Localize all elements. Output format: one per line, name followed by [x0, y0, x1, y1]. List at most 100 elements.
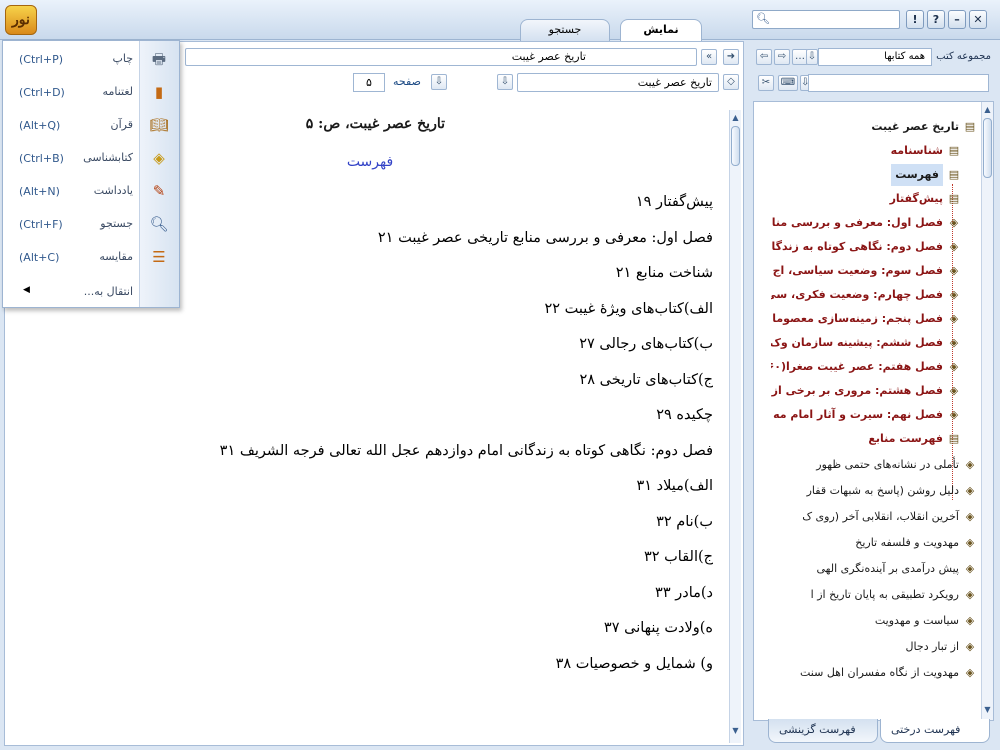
menu-item-move-to[interactable]: ◀ انتقال به...: [3, 281, 179, 305]
toc-line[interactable]: ب)کتاب‌های رجالی ۲۷: [113, 334, 713, 370]
tree-item-label: از تبار دجال: [905, 640, 959, 653]
book-icon: ◈: [965, 536, 975, 549]
menu-item-bibliography[interactable]: (Ctrl+B) کتابشناسی ◈: [3, 142, 179, 175]
toc-line[interactable]: پیش‌گفتار ۱۹: [113, 192, 713, 228]
collection-dropdown-icon[interactable]: ⇩: [806, 49, 818, 65]
tree-item-book[interactable]: ◈ مهدویت و فلسفه تاریخ: [763, 532, 977, 554]
menu-item-compare[interactable]: (Alt+C) مقایسه ☰: [3, 241, 179, 274]
toc-line[interactable]: فصل اول: معرفی و بررسی منابع تاریخی عصر …: [113, 228, 713, 264]
tree-item[interactable]: ◈ فصل پنجم: زمینه‌سازی معصوما: [771, 308, 961, 330]
double-chevron-icon[interactable]: «: [701, 49, 717, 65]
toc-line[interactable]: ج)القاب ۳۲: [113, 547, 713, 583]
tree-item-book[interactable]: ◈ رویکرد تطبیقی به پایان تاریخ از ا: [763, 584, 977, 606]
toc-line[interactable]: الف)میلاد ۳۱: [113, 476, 713, 512]
eraser-icon[interactable]: ◇: [723, 74, 739, 90]
menu-item-dictionary[interactable]: (Ctrl+D) لغتنامه ▮: [3, 76, 179, 109]
tree-item[interactable]: ▤ شناسنامه: [771, 140, 961, 162]
tree-item-book[interactable]: ◈ تأملی در نشانه‌های حتمی ظهور: [763, 454, 977, 476]
chapter-icon: ◈: [949, 336, 959, 349]
close-button[interactable]: ✕: [969, 10, 987, 29]
menu-item-note[interactable]: (Alt+N) یادداشت ✎: [3, 175, 179, 208]
help-button[interactable]: ?: [927, 10, 945, 29]
breadcrumb[interactable]: تاریخ عصر غیبت: [185, 48, 697, 66]
page-number-input[interactable]: ۵: [353, 73, 385, 92]
tools-icon[interactable]: ✂: [758, 75, 774, 91]
scrollbar-thumb[interactable]: [983, 118, 992, 178]
tree-item[interactable]: ◈ فصل چهارم: وضعیت فکری، سی: [771, 284, 961, 306]
scroll-up-icon[interactable]: ▲: [982, 104, 993, 116]
compare-icon: ☰: [152, 248, 166, 266]
tree-filter-input[interactable]: [808, 74, 989, 92]
tree-item-book[interactable]: ◈ سیاست و مهدویت: [763, 610, 977, 632]
scroll-up-icon[interactable]: ▲: [730, 112, 741, 124]
scrollbar-thumb[interactable]: [731, 126, 740, 166]
tree-item[interactable]: ◈ فصل دوم: نگاهی کوتاه به زندگا: [771, 236, 961, 258]
toc-line[interactable]: و) شمایل و خصوصیات ۳۸: [113, 654, 713, 690]
book-icon: ◈: [965, 458, 975, 471]
tree-item-book[interactable]: ◈ آخرین انقلاب، انقلابی آخر (روی ک: [763, 506, 977, 528]
collection-select[interactable]: همه کتابها: [818, 48, 932, 66]
tree-item[interactable]: ▤ فهرست منابع: [771, 428, 961, 450]
keyboard-icon[interactable]: ⌨: [778, 75, 798, 91]
dropdown-arrow-icon[interactable]: ⇩: [497, 74, 513, 90]
tab-search[interactable]: جستجو: [520, 19, 610, 41]
toc-line[interactable]: ج)کتاب‌های تاریخی ۲۸: [113, 370, 713, 406]
tree-item-label: فصل اول: معرفی و بررسی منابع: [771, 216, 943, 229]
back-arrow-icon[interactable]: ⇦: [756, 49, 772, 65]
info-button[interactable]: !: [906, 10, 924, 29]
tree-item[interactable]: ▤ پیش‌گفتار: [771, 188, 961, 210]
page-dropdown-icon[interactable]: ⇩: [431, 74, 447, 90]
tree-item-selected[interactable]: ▤ فهرست: [771, 164, 961, 186]
scroll-down-icon[interactable]: ▼: [730, 725, 741, 737]
toc-line[interactable]: ب)نام ۳۲: [113, 512, 713, 548]
tree-item-label: فهرست منابع: [868, 432, 943, 445]
tree-item[interactable]: ◈ فصل ششم: پیشینه سازمان وک: [771, 332, 961, 354]
scroll-down-icon[interactable]: ▼: [982, 704, 993, 716]
menu-item-search[interactable]: (Ctrl+F) جستجو 🔍︎: [3, 208, 179, 241]
tree-item-book[interactable]: ◈ دلیل روشن (پاسخ به شبهات قفار: [763, 480, 977, 502]
app-logo[interactable]: نور: [5, 5, 37, 35]
toc-line[interactable]: د)مادر ۳۳: [113, 583, 713, 619]
tree-item[interactable]: ◈ فصل هشتم: مروری بر برخی از: [771, 380, 961, 402]
collection-label: مجموعه کتب: [936, 51, 991, 62]
document-scrollbar[interactable]: ▲ ▼: [729, 110, 741, 743]
tab-tree-index[interactable]: فهرست درختی: [880, 719, 990, 743]
tree-item-book[interactable]: ◈ پیش درآمدی بر آینده‌نگری الهی: [763, 558, 977, 580]
tree-item-book[interactable]: ◈ از تبار دجال: [763, 636, 977, 658]
minimize-button[interactable]: –: [948, 10, 966, 29]
book-title-field[interactable]: تاریخ عصر غیبت: [517, 73, 719, 92]
tab-display[interactable]: نمایش: [620, 19, 702, 41]
tree-item-label: فصل نهم: سیرت و آثار امام مه: [773, 408, 943, 421]
tree-item-label: فصل پنجم: زمینه‌سازی معصوما: [772, 312, 943, 325]
tree-item-label: فهرست: [891, 164, 943, 186]
tree-item-label: پیش‌گفتار: [889, 192, 943, 205]
tree-item-root[interactable]: ▤ تاریخ عصر غیبت: [767, 116, 977, 138]
document-icon: ▤: [948, 192, 960, 205]
menu-item-quran[interactable]: (Alt+Q) قرآن 📖︎: [3, 109, 179, 142]
chapter-icon: ◈: [949, 216, 959, 229]
document-icon: ▤: [948, 144, 960, 157]
tree-scrollbar[interactable]: ▲ ▼: [981, 102, 993, 720]
toc-line[interactable]: شناخت منابع ۲۱: [113, 263, 713, 299]
tree-item[interactable]: ◈ فصل هفتم: عصر غیبت صغرا(۲۶۰: [771, 356, 961, 378]
tree-item-label: آخرین انقلاب، انقلابی آخر (روی ک: [802, 510, 959, 523]
menu-label: لغتنامه: [102, 85, 133, 98]
menu-shortcut: (Alt+C): [19, 251, 60, 264]
forward-arrow-icon[interactable]: ➜: [723, 49, 739, 65]
toc-line[interactable]: الف)کتاب‌های ویژهٔ غیبت ۲۲: [113, 299, 714, 335]
tree-item[interactable]: ◈ فصل سوم: وضعیت سیاسی، اج: [771, 260, 961, 282]
tree-item-book[interactable]: ◈ مهدویت از نگاه مفسران اهل سنت: [763, 662, 977, 684]
chapter-icon: ◈: [949, 288, 959, 301]
menu-item-print[interactable]: (Ctrl+P) چاپ 🖶: [3, 43, 179, 76]
tree-item-label: فصل هشتم: مروری بر برخی از: [771, 384, 943, 397]
tree-item[interactable]: ◈ فصل اول: معرفی و بررسی منابع: [771, 212, 961, 234]
toc-line[interactable]: ه)ولادت پنهانی ۳۷: [113, 618, 713, 654]
tab-selective-index[interactable]: فهرست گزینشی: [768, 719, 878, 743]
book-tree: ▤ تاریخ عصر غیبت ▤ شناسنامه ▤ فهرست ▤ پی…: [753, 101, 994, 721]
menu-shortcut: (Ctrl+D): [19, 86, 65, 99]
toc-line[interactable]: چکیده ۲۹: [113, 405, 713, 441]
global-search-input[interactable]: 🔍︎: [752, 10, 900, 29]
toc-line[interactable]: فصل دوم: نگاهی کوتاه به زندگانی امام دوا…: [113, 441, 713, 477]
forward-arrow-icon[interactable]: ⇨: [774, 49, 790, 65]
tree-item[interactable]: ◈ فصل نهم: سیرت و آثار امام مه: [771, 404, 961, 426]
